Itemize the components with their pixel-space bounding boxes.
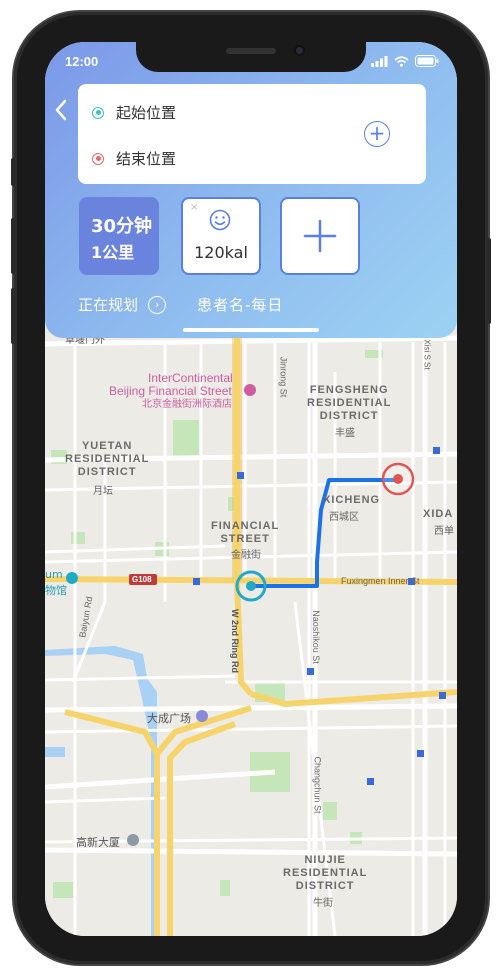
panel-handle[interactable] xyxy=(183,328,319,332)
start-dot-icon xyxy=(92,106,104,119)
plus-circle-icon: + xyxy=(368,121,386,145)
map-label-intercontinental-en2[interactable]: Beijing Financial Street xyxy=(109,385,232,398)
add-item-button[interactable] xyxy=(280,197,360,275)
signal-icon xyxy=(371,55,388,67)
speaker xyxy=(226,48,276,54)
planning-status[interactable]: 正在规划 › xyxy=(78,294,167,315)
calories-tile[interactable]: × 120kal xyxy=(181,197,261,275)
back-button[interactable] xyxy=(53,98,73,122)
patient-label: 患者名-每日 xyxy=(197,296,284,314)
map-label-museum-cn: 物馆 xyxy=(45,584,67,597)
end-location-row[interactable]: 结束位置 xyxy=(92,148,176,169)
wifi-icon xyxy=(394,55,409,67)
add-waypoint-button[interactable]: + xyxy=(364,121,390,147)
location-card: 起始位置 结束位置 + xyxy=(78,84,426,184)
screen: 草堰门外 InterContinental Beijing Financial … xyxy=(45,42,457,936)
map-label-yuetan-cn: 月坛 xyxy=(93,486,113,497)
silent-switch xyxy=(11,158,15,186)
map-label-niujie-cn: 牛街 xyxy=(313,898,333,909)
map-label-xicheng: XICHENG xyxy=(323,494,381,506)
map-label-fengsheng: FENGSHENG RESIDENTIAL DISTRICT xyxy=(307,384,392,422)
map-label-xisi: Xisi S St xyxy=(422,339,432,370)
end-location-label: 结束位置 xyxy=(116,150,177,168)
power-button xyxy=(487,238,491,324)
planning-label: 正在规划 xyxy=(78,296,139,314)
map-label-intercontinental-cn[interactable]: 北京金融街洲际酒店 xyxy=(142,398,232,411)
map-label-financial: FINANCIAL STREET xyxy=(211,520,280,545)
map-label-jinrong: Jinrong St xyxy=(278,356,289,398)
duration-tile: 30分钟 1公里 xyxy=(79,197,159,275)
smile-icon xyxy=(209,209,231,231)
status-icons xyxy=(371,55,439,67)
map-label-xicheng-cn: 西城区 xyxy=(329,512,359,523)
end-dot-icon xyxy=(92,152,104,165)
volume-up-button xyxy=(11,218,15,274)
map-label-xidan-cn: 西单 xyxy=(434,526,454,537)
map-label-xidan: XIDA xyxy=(423,508,454,520)
map-label-museum: um xyxy=(45,568,63,581)
plus-icon xyxy=(303,219,337,253)
front-camera xyxy=(294,45,305,56)
status-time: 12:00 xyxy=(65,54,99,69)
map-label-changchun: Changchun St xyxy=(312,756,323,814)
route-panel: 起始位置 结束位置 + 30分钟 1公里 × 120kal 正在规划 › 患者名… xyxy=(45,42,457,338)
notch xyxy=(136,42,366,72)
map-label-financial-cn: 金融街 xyxy=(231,550,261,561)
map-label-yuetan: YUETAN RESIDENTIAL DISTRICT xyxy=(65,440,150,478)
chevron-right-circle-icon: › xyxy=(148,295,167,314)
map-label-fengsheng-cn: 丰盛 xyxy=(335,428,355,439)
duration-value: 30分钟 xyxy=(91,216,153,237)
map-label-gaoxin[interactable]: 高新大厦 xyxy=(76,834,120,850)
volume-down-button xyxy=(11,288,15,344)
map-label-naoshikou: Naoshikou St xyxy=(310,610,321,664)
map-label-w2ring: W 2nd Ring Rd xyxy=(230,609,240,673)
map-label-dacheng[interactable]: 大成广场 xyxy=(147,710,191,726)
battery-icon xyxy=(415,55,439,67)
close-icon[interactable]: × xyxy=(190,202,198,213)
start-location-row[interactable]: 起始位置 xyxy=(92,102,176,123)
map-label-niujie: NIUJIE RESIDENTIAL DISTRICT xyxy=(283,854,368,892)
map-label-fuxingmen: Fuxingmen Inner St xyxy=(341,576,420,586)
map-label-g108: G108 xyxy=(132,575,152,584)
chevron-left-icon xyxy=(55,99,67,121)
start-location-label: 起始位置 xyxy=(116,104,177,122)
distance-value: 1公里 xyxy=(91,243,135,262)
calories-value: 120kal xyxy=(194,243,248,262)
